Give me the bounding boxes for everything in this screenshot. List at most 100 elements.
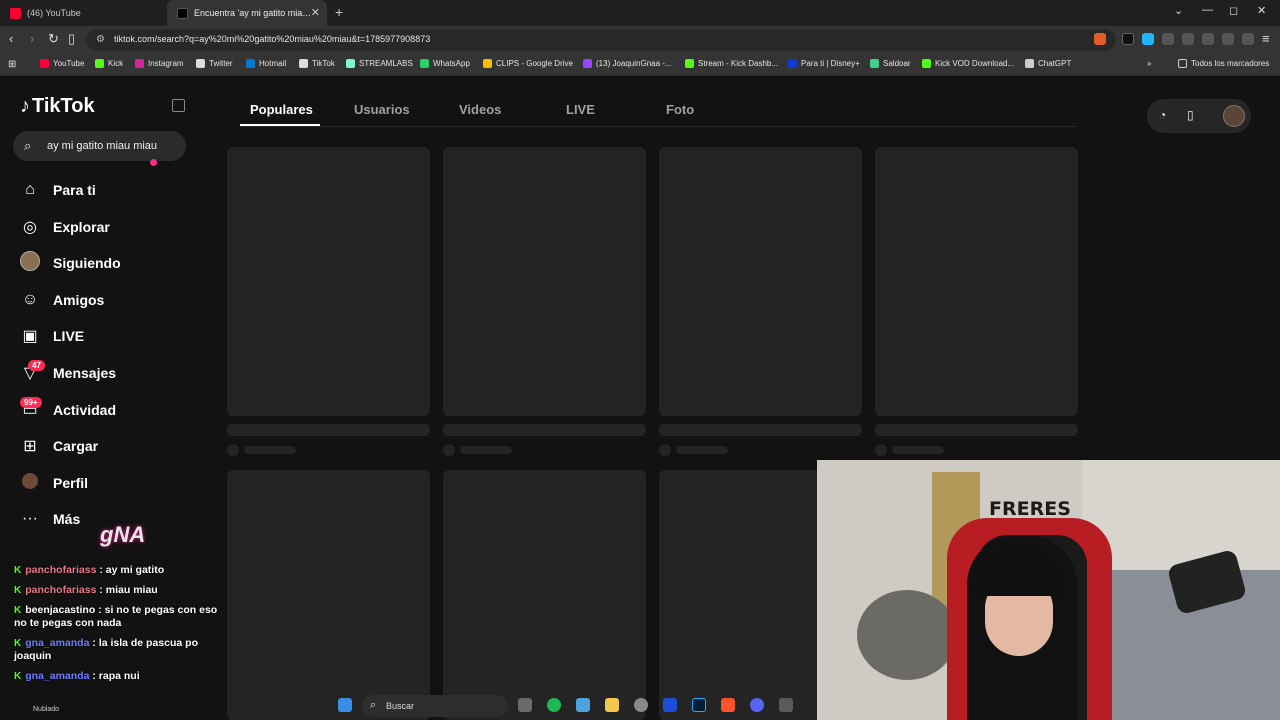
vegas-icon[interactable] (663, 698, 677, 712)
taskbar-search[interactable]: ⌕ Buscar (362, 695, 508, 717)
bookmark-youtube[interactable]: YouTube (40, 59, 84, 68)
browser-tab-strip: (46) YouTube Encuentra 'ay mi gatito mia… (0, 0, 1280, 26)
brave-icon[interactable] (721, 698, 735, 712)
chat-username: beenjacastino (25, 604, 96, 616)
kick-icon: K (14, 585, 22, 596)
video-card-skeleton (659, 147, 862, 416)
sidebar-item-perfil[interactable]: Perfil (20, 471, 88, 495)
sidebar-item-label: Explorar (53, 219, 110, 235)
home-icon: ⌂ (25, 181, 35, 198)
more-bookmarks-icon[interactable]: » (1147, 59, 1151, 68)
extensions-icon[interactable] (1182, 33, 1194, 45)
bookmark-streamlabs[interactable]: STREAMLABS (346, 59, 413, 68)
menu-icon[interactable]: ≡ (1262, 31, 1270, 46)
bookmark-tiktok[interactable]: TikTok (299, 59, 335, 68)
bookmark-icon[interactable]: ▯ (68, 31, 75, 47)
search-input[interactable]: ⌕ ay mi gatito miau miau (13, 131, 186, 161)
bookmark-label: YouTube (53, 59, 85, 68)
search-icon: ⌕ (24, 138, 32, 153)
bookmark-disney[interactable]: Para ti | Disney+ (788, 59, 860, 68)
twitch-icon (583, 59, 592, 68)
bookmark-clips-drive[interactable]: CLIPS - Google Drive (483, 59, 573, 68)
close-tab-icon[interactable]: ✕ (311, 6, 320, 19)
tab-usuarios[interactable]: Usuarios (354, 102, 410, 117)
tab-populares[interactable]: Populares (250, 102, 313, 117)
bookmark-whatsapp[interactable]: WhatsApp (420, 59, 470, 68)
leo-ai-icon[interactable] (1222, 33, 1234, 45)
user-avatar[interactable] (1223, 105, 1245, 127)
sidebar-item-para-ti[interactable]: ⌂ Para ti (20, 178, 96, 202)
new-tab-icon[interactable]: + (335, 4, 343, 20)
sidebar-item-mas[interactable]: ··· Más (20, 507, 80, 531)
youtube-icon (40, 59, 49, 68)
maximize-icon[interactable]: ◻ (1229, 4, 1238, 17)
bookmark-saldoar[interactable]: Saldoar (870, 59, 911, 68)
coins-icon[interactable]: ◔ (1159, 108, 1166, 122)
sidebar-item-amigos[interactable]: ☺ Amigos (20, 288, 105, 312)
author-avatar-skeleton (875, 444, 887, 456)
music-icon[interactable] (1162, 33, 1174, 45)
wallet-icon[interactable] (1202, 33, 1214, 45)
tiktok-logo[interactable]: ♪ TikTok (20, 95, 95, 118)
tab-youtube[interactable]: (46) YouTube (0, 0, 165, 26)
bookmark-label: Kick VOD Download... (935, 59, 1015, 68)
messages-badge: 47 (28, 360, 45, 371)
bookmark-twitter[interactable]: Twitter (196, 59, 233, 68)
brave-shield-icon[interactable] (1094, 33, 1106, 45)
bookmark-kick[interactable]: Kick (95, 59, 123, 68)
tab-foto[interactable]: Foto (666, 102, 694, 117)
forward-icon[interactable]: › (30, 31, 34, 46)
back-icon[interactable]: ‹ (9, 31, 13, 46)
chat-message: Kpanchofariass : ay mi gatito (14, 564, 165, 576)
tab-live[interactable]: LIVE (566, 102, 595, 117)
collapse-sidebar-icon[interactable] (172, 99, 185, 112)
minimize-icon[interactable]: — (1202, 4, 1213, 16)
chat-text: ay mi gatito (105, 564, 165, 576)
bookmark-label: Kick (108, 59, 124, 68)
site-info-icon[interactable]: ⚙ (96, 34, 105, 45)
windows-start-icon[interactable] (338, 698, 352, 712)
sidebar-item-live[interactable]: ▣ LIVE (20, 324, 84, 348)
bookmark-kick-dashboard[interactable]: Stream - Kick Dashb... (685, 59, 778, 68)
tab-tiktok-search[interactable]: Encuentra 'ay mi gatito miau miau' ✕ (167, 0, 327, 26)
obs-icon[interactable] (634, 698, 648, 712)
notepad-icon[interactable] (576, 698, 590, 712)
sidebar-item-explorar[interactable]: ◎ Explorar (20, 215, 110, 239)
bookmark-hotmail[interactable]: Hotmail (246, 59, 286, 68)
folder-icon (1178, 59, 1187, 68)
sidebar-item-cargar[interactable]: ⊞ Cargar (20, 434, 98, 458)
kick-icon: K (14, 671, 22, 682)
video-card-skeleton (875, 147, 1078, 416)
discord-icon[interactable] (750, 698, 764, 712)
app-icon[interactable] (779, 698, 793, 712)
file-explorer-icon[interactable] (605, 698, 619, 712)
bookmark-kick-vod[interactable]: Kick VOD Download... (922, 59, 1014, 68)
tab-search-icon[interactable]: ⌄ (1174, 4, 1183, 17)
spotify-icon[interactable] (547, 698, 561, 712)
vpn-icon[interactable] (1242, 33, 1254, 45)
reload-icon[interactable]: ↻ (48, 31, 59, 47)
search-value: ay mi gatito miau miau (47, 140, 158, 152)
tiktok-extension-icon[interactable] (1122, 33, 1134, 45)
bookmark-instagram[interactable]: Instagram (135, 59, 184, 68)
bookmark-twitch[interactable]: (13) JoaquinGnaa -... (583, 59, 672, 68)
bookmark-chatgpt[interactable]: ChatGPT (1025, 59, 1071, 68)
apps-icon[interactable]: ⊞ (8, 59, 16, 70)
task-view-icon[interactable] (518, 698, 532, 712)
kick-icon: K (14, 638, 22, 649)
tab-label: (46) YouTube (27, 8, 81, 18)
sidebar-item-label: Actividad (53, 402, 117, 418)
address-bar[interactable]: ⚙ tiktok.com/search?q=ay%20mi%20gatito%2… (86, 29, 1116, 51)
logo-text: TikTok (32, 95, 95, 117)
extension-icon[interactable] (1142, 33, 1154, 45)
mobile-app-icon[interactable]: ▯ (1187, 108, 1194, 122)
sidebar-item-siguiendo[interactable]: Siguiendo (20, 250, 121, 275)
upload-icon: ⊞ (23, 438, 37, 455)
tab-videos[interactable]: Videos (459, 102, 501, 117)
chat-text: miau miau (105, 584, 158, 596)
all-bookmarks[interactable]: Todos los marcadores (1178, 59, 1269, 68)
close-window-icon[interactable]: ✕ (1257, 4, 1266, 17)
caption-skeleton (659, 424, 862, 436)
bookmark-label: Todos los marcadores (1191, 59, 1270, 68)
photoshop-icon[interactable] (692, 698, 706, 712)
